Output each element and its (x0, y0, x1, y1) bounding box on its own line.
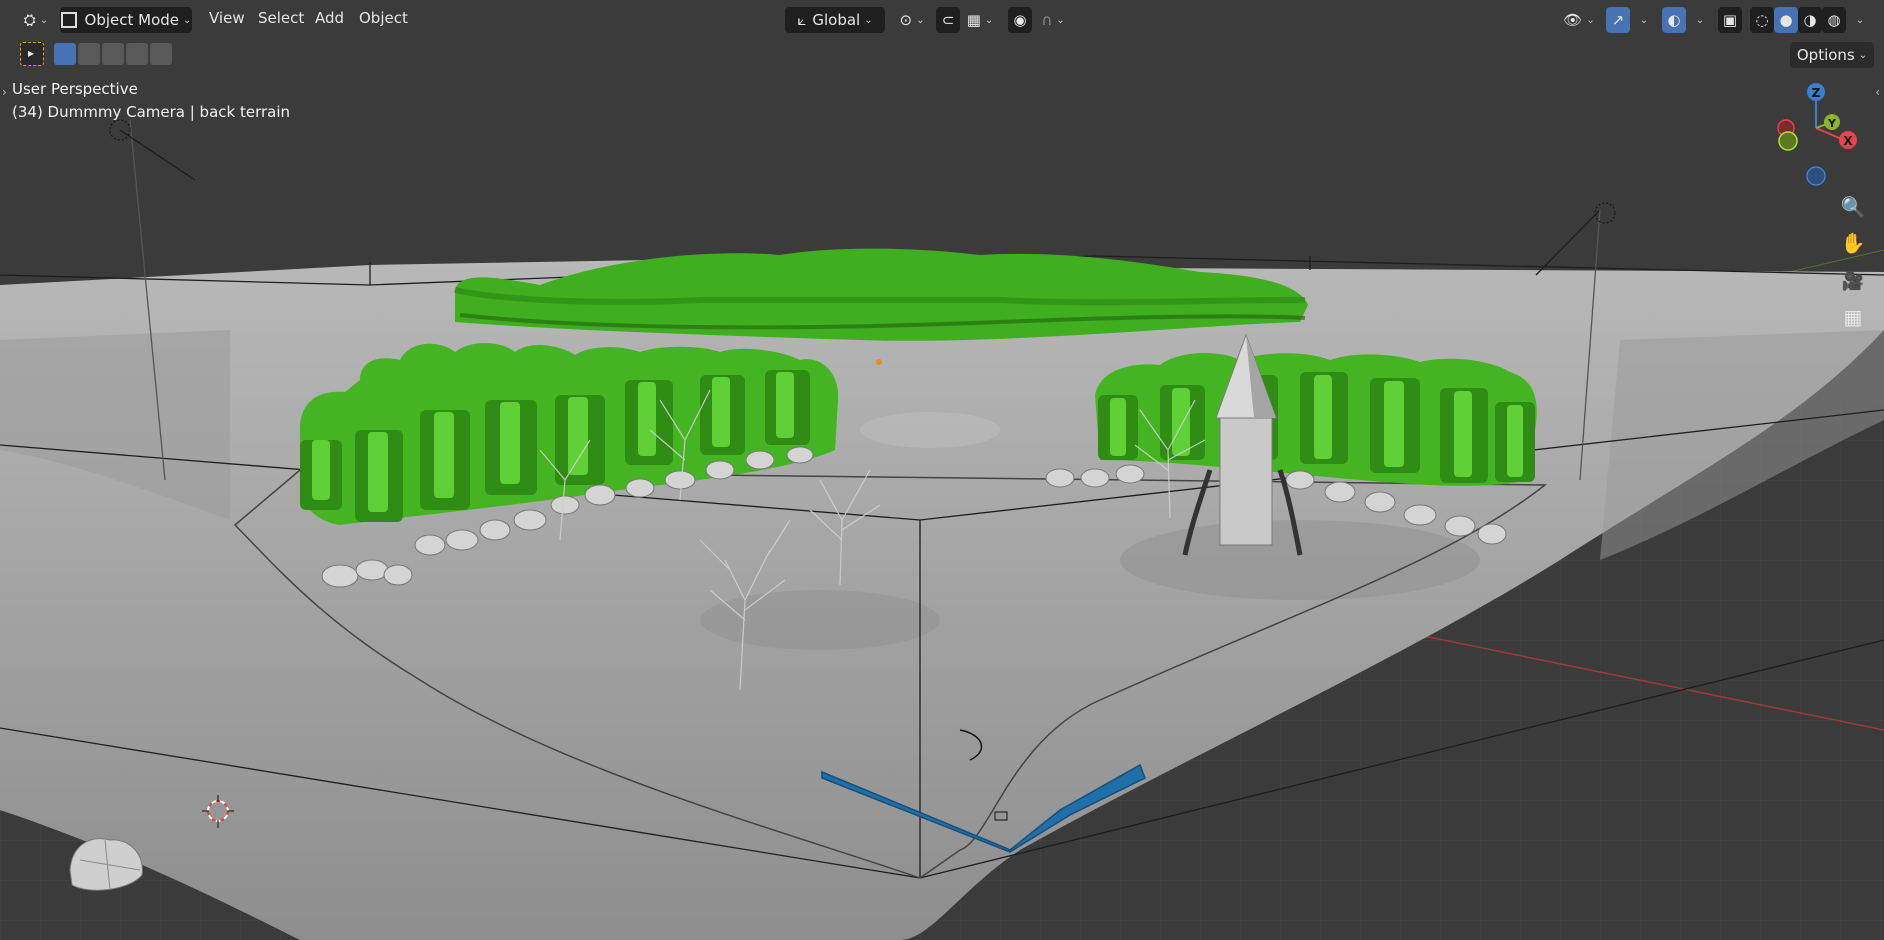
select-mode-new-button[interactable] (54, 43, 76, 65)
navigation-gizmo[interactable]: Z Y X (1770, 78, 1880, 188)
x-axis-label: X (1843, 134, 1853, 148)
z-axis-label: Z (1812, 86, 1821, 100)
select-mode-invert-button[interactable] (126, 43, 148, 65)
falloff-icon: ∩ (1041, 11, 1053, 29)
view3d-icon: ⛭ (23, 11, 36, 29)
3d-viewport[interactable] (0, 0, 1884, 940)
solid-shading-icon: ● (1779, 11, 1793, 29)
falloff-button[interactable]: ∩ ⌄ (1036, 7, 1070, 33)
snap-grid-icon: ▦ (966, 11, 981, 29)
rendered-shading-button[interactable]: ◍ (1822, 7, 1846, 33)
visibility-button[interactable]: 👁 ⌄ (1560, 7, 1598, 33)
snap-target-button[interactable]: ▦ ⌄ (962, 7, 998, 33)
toolbar-toggle[interactable]: › (2, 85, 7, 99)
transform-orientation-label: Global (812, 11, 861, 29)
camera-view-icon: 🎥 (1841, 270, 1865, 292)
y-axis-label: Y (1827, 117, 1837, 130)
snap-toggle[interactable]: ⊂ (936, 7, 960, 33)
menu-add[interactable]: Add (315, 9, 344, 27)
zoom-icon: 🔍 (1840, 195, 1866, 219)
options-button[interactable]: Options ⌄ (1790, 42, 1874, 68)
neg-z-axis-ball[interactable] (1806, 166, 1826, 186)
options-label: Options (1796, 46, 1855, 64)
gizmo-icon: ↗ (1611, 11, 1625, 29)
proportional-edit-toggle[interactable]: ◉ (1008, 7, 1032, 33)
material-shading-icon: ◑ (1803, 11, 1817, 29)
menu-view[interactable]: View (209, 9, 245, 27)
object-mode-icon (60, 12, 77, 28)
object-info: (34) Dummmy Camera | back terrain (12, 103, 291, 121)
pivot-point-button[interactable]: ⊙ ⌄ (894, 7, 930, 33)
gizmo-toggle[interactable]: ↗ (1606, 7, 1630, 33)
select-mode-subtract-button[interactable] (102, 43, 124, 65)
overlay-toggle[interactable]: ◐ (1662, 7, 1686, 33)
pan-hand-icon: ✋ (1840, 231, 1866, 255)
cursor-arrow-icon: ▸ (28, 46, 35, 60)
visibility-icon: 👁 (1563, 11, 1583, 29)
mode-label: Object Mode (84, 11, 180, 29)
perspective-grid-icon: ▦ (1843, 305, 1863, 329)
menu-select[interactable]: Select (258, 9, 304, 27)
gizmo-dropdown[interactable]: ⌄ (1632, 7, 1652, 33)
editor-type-button[interactable]: ⛭ ⌄ (16, 7, 56, 33)
viewport-header: ⛭ ⌄ Object Mode ⌄ View Select Add Object … (0, 0, 1884, 40)
menu-object[interactable]: Object (359, 9, 408, 27)
transform-orientation-select[interactable]: ⟀ Global ⌄ (785, 7, 885, 33)
tool-settings-row: ▸ Options ⌄ (0, 40, 1884, 70)
select-mode-intersect-button[interactable] (150, 43, 172, 65)
material-shading-button[interactable]: ◑ (1798, 7, 1822, 33)
view-name: User Perspective (12, 80, 138, 98)
origin-dot (876, 359, 882, 365)
wireframe-shading-icon: ◌ (1755, 11, 1769, 29)
wireframe-shading-button[interactable]: ◌ (1750, 7, 1774, 33)
perspective-toggle-button[interactable]: ▦ (1836, 300, 1870, 334)
transform-orientation-icon: ⟀ (797, 11, 807, 29)
rendered-shading-icon: ◍ (1827, 11, 1841, 29)
zoom-button[interactable]: 🔍 (1836, 190, 1870, 224)
xray-icon: ▣ (1722, 11, 1738, 29)
overlay-icon: ◐ (1667, 11, 1681, 29)
pan-button[interactable]: ✋ (1836, 226, 1870, 260)
shading-dropdown[interactable]: ⌄ (1848, 7, 1868, 33)
xray-toggle[interactable]: ▣ (1718, 7, 1742, 33)
neg-y-axis-ball[interactable] (1778, 131, 1798, 151)
pivot-icon: ⊙ (899, 11, 913, 29)
select-mode-extend-button[interactable] (78, 43, 100, 65)
snap-icon: ⊂ (941, 11, 955, 29)
proportional-edit-icon: ◉ (1013, 11, 1027, 29)
foreground-rock (69, 838, 143, 891)
overlay-dropdown[interactable]: ⌄ (1688, 7, 1708, 33)
select-tool-button[interactable]: ▸ (20, 42, 44, 66)
mode-select[interactable]: Object Mode ⌄ (60, 7, 192, 33)
solid-shading-button[interactable]: ● (1774, 7, 1798, 33)
camera-view-button[interactable]: 🎥 (1836, 264, 1870, 298)
